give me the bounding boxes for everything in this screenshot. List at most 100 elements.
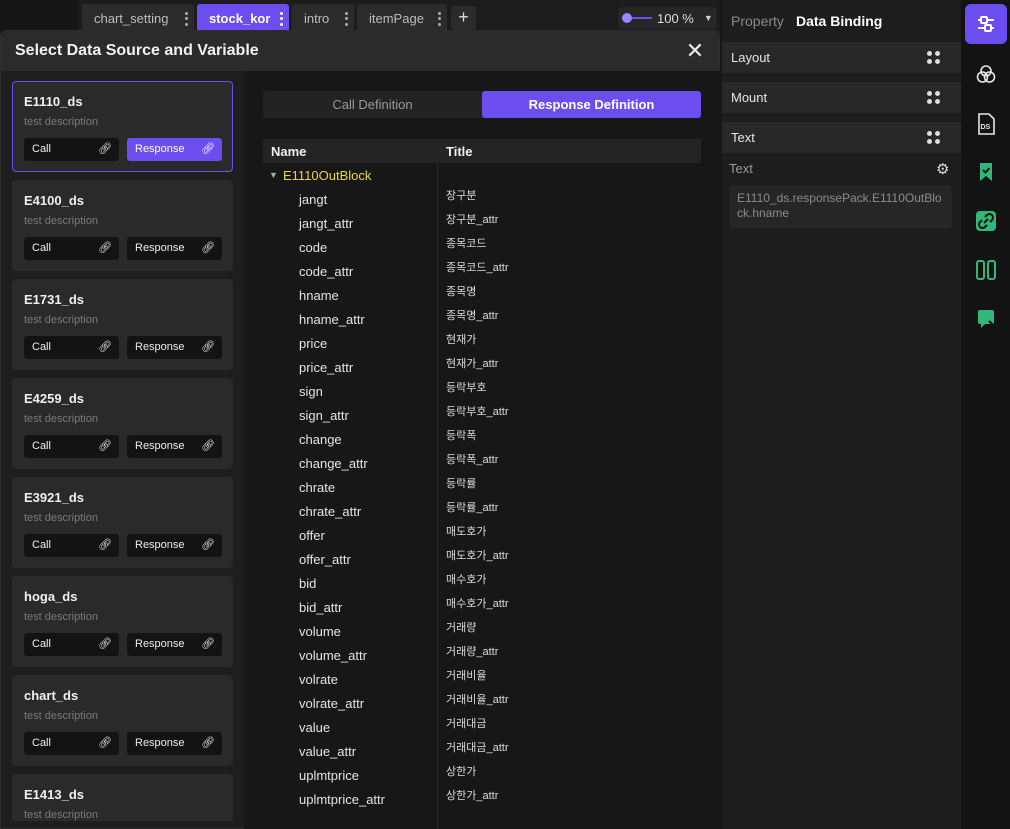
field-name: value_attr xyxy=(299,744,357,759)
columns-icon[interactable] xyxy=(965,250,1007,290)
grip-icon[interactable] xyxy=(927,91,941,105)
call-button[interactable]: Call 🔗︎ xyxy=(24,435,119,458)
definition-pane: Call Definition Response Definition Name… xyxy=(244,71,720,829)
data-source-card[interactable]: E1110_ds test description Call 🔗︎ Response 🔗︎ xyxy=(12,81,233,172)
response-button[interactable]: Response 🔗︎ xyxy=(127,435,222,458)
response-button[interactable]: Response 🔗︎ xyxy=(127,732,222,755)
field-title: 등락부호 xyxy=(446,382,487,394)
response-button[interactable]: Response 🔗︎ xyxy=(127,534,222,557)
call-button[interactable]: Call 🔗︎ xyxy=(24,237,119,260)
field-name: change xyxy=(299,432,342,447)
tab-data-binding[interactable]: Data Binding xyxy=(796,13,882,29)
call-label: Call xyxy=(32,242,51,254)
data-source-card[interactable]: E1731_ds test description Call 🔗︎ Response 🔗︎ xyxy=(12,279,233,370)
column-header-name: Name xyxy=(271,144,307,159)
field-title: 매도호가 xyxy=(446,526,487,538)
chat-icon[interactable] xyxy=(965,299,1007,339)
caret-down-icon[interactable]: ▼ xyxy=(269,170,278,180)
data-source-card[interactable]: E3921_ds test description Call 🔗︎ Response 🔗︎ xyxy=(12,477,233,568)
field-name: sign_attr xyxy=(299,408,349,423)
link-icon[interactable] xyxy=(965,201,1007,241)
property-panel: Property Data Binding Layout Mount Text … xyxy=(722,0,961,829)
zoom-control[interactable]: 100 % ▼ xyxy=(618,7,717,29)
tab-menu-icon[interactable] xyxy=(184,10,188,26)
data-source-card[interactable]: E4259_ds test description Call 🔗︎ Response 🔗︎ xyxy=(12,378,233,469)
tab-intro[interactable]: intro xyxy=(292,4,354,32)
response-button[interactable]: Response 🔗︎ xyxy=(127,138,222,161)
tab-menu-icon[interactable] xyxy=(279,10,283,26)
tab-stock-kor[interactable]: stock_kor xyxy=(197,4,289,32)
call-button[interactable]: Call 🔗︎ xyxy=(24,138,119,161)
link-icon: 🔗︎ xyxy=(98,143,112,155)
section-mount[interactable]: Mount xyxy=(722,82,961,113)
field-name: uplmtprice_attr xyxy=(299,792,385,807)
data-source-description: test description xyxy=(24,215,98,227)
data-source-card[interactable]: hoga_dstest description Call 🔗︎ Response 🔗︎ xyxy=(12,576,233,667)
field-name: price xyxy=(299,336,328,351)
call-button[interactable]: Call 🔗︎ xyxy=(24,534,119,557)
modal-title: Select Data Source and Variable xyxy=(15,42,259,59)
data-source-modal: Select Data Source and Variable ✕ E1110_… xyxy=(0,30,720,829)
grip-icon[interactable] xyxy=(927,131,941,145)
definition-toggle: Call Definition Response Definition xyxy=(263,91,701,118)
response-button[interactable]: Response 🔗︎ xyxy=(127,336,222,359)
call-button[interactable]: Call 🔗︎ xyxy=(24,732,119,755)
tab-itempage[interactable]: itemPage xyxy=(357,4,447,32)
tab-menu-icon[interactable] xyxy=(344,10,348,26)
response-label: Response xyxy=(135,341,185,353)
section-layout[interactable]: Layout xyxy=(722,42,961,73)
field-name: volume xyxy=(299,624,341,639)
tab-label: chart_setting xyxy=(94,10,169,26)
field-title: 장구분_attr xyxy=(446,214,499,226)
tab-menu-icon[interactable] xyxy=(437,10,441,26)
data-source-card[interactable]: E1413_dstest descriptionCall🔗︎Response🔗︎ xyxy=(12,774,233,821)
data-source-description: test description xyxy=(24,611,98,623)
field-name: jangt xyxy=(299,192,328,207)
field-name: code_attr xyxy=(299,264,354,279)
field-name: offer xyxy=(299,528,325,543)
data-source-name: hoga_ds xyxy=(24,589,78,604)
data-source-list: E1110_ds test description Call 🔗︎ Response 🔗︎… xyxy=(12,81,234,821)
data-source-description: test description xyxy=(24,710,98,722)
block-name: E1110OutBlock xyxy=(283,168,372,183)
section-text[interactable]: Text xyxy=(722,122,961,153)
field-name: jangt_attr xyxy=(299,216,354,231)
link-icon: 🔗︎ xyxy=(201,638,215,650)
field-name: value xyxy=(299,720,331,735)
gear-icon[interactable]: ⚙ xyxy=(936,160,949,178)
zoom-slider[interactable] xyxy=(622,13,652,23)
sliders-icon[interactable] xyxy=(965,4,1007,44)
data-source-name: E4259_ds xyxy=(24,391,84,406)
grip-icon[interactable] xyxy=(927,51,941,65)
response-definition-tab[interactable]: Response Definition xyxy=(482,91,701,118)
response-label: Response xyxy=(135,638,185,650)
field-name: bid xyxy=(299,576,317,591)
data-source-card[interactable]: chart_ds test description Call 🔗︎ Response 🔗︎ xyxy=(12,675,233,766)
close-icon[interactable]: ✕ xyxy=(685,40,705,62)
response-button[interactable]: Response 🔗︎ xyxy=(127,237,222,260)
field-title: 거래량_attr xyxy=(446,646,499,658)
response-button[interactable]: Response 🔗︎ xyxy=(127,633,222,656)
tab-chart-setting[interactable]: chart_setting xyxy=(82,4,194,32)
circles-icon[interactable] xyxy=(965,54,1007,94)
call-button[interactable]: Call 🔗︎ xyxy=(24,633,119,656)
data-source-card[interactable]: E4100_ds test description Call 🔗︎ Response 🔗︎ xyxy=(12,180,233,271)
field-title: 등락률_attr xyxy=(446,502,499,514)
add-tab-button[interactable]: + xyxy=(451,6,476,30)
binding-value-field[interactable]: E1110_ds.responsePack.E1110OutBlock.hnam… xyxy=(730,185,952,228)
ds-file-icon[interactable]: DS xyxy=(965,103,1007,143)
call-definition-tab[interactable]: Call Definition xyxy=(263,91,482,118)
link-icon: 🔗︎ xyxy=(98,638,112,650)
chevron-down-icon[interactable]: ▼ xyxy=(704,13,713,23)
link-icon: 🔗︎ xyxy=(201,737,215,749)
data-source-description: test description xyxy=(24,314,98,326)
link-icon: 🔗︎ xyxy=(201,440,215,452)
call-button[interactable]: Call 🔗︎ xyxy=(24,336,119,359)
svg-text:DS: DS xyxy=(981,124,991,131)
title-list: 장구분 장구분_attr 종목코드 종목코드_attr 종목명 종목명_attr 현재가 현재… xyxy=(446,183,509,807)
field-name: volrate_attr xyxy=(299,696,365,711)
field-title: 장구분 xyxy=(446,190,477,202)
link-icon: 🔗︎ xyxy=(98,341,112,353)
tab-property[interactable]: Property xyxy=(731,13,784,29)
bookmark-check-icon[interactable] xyxy=(965,152,1007,192)
